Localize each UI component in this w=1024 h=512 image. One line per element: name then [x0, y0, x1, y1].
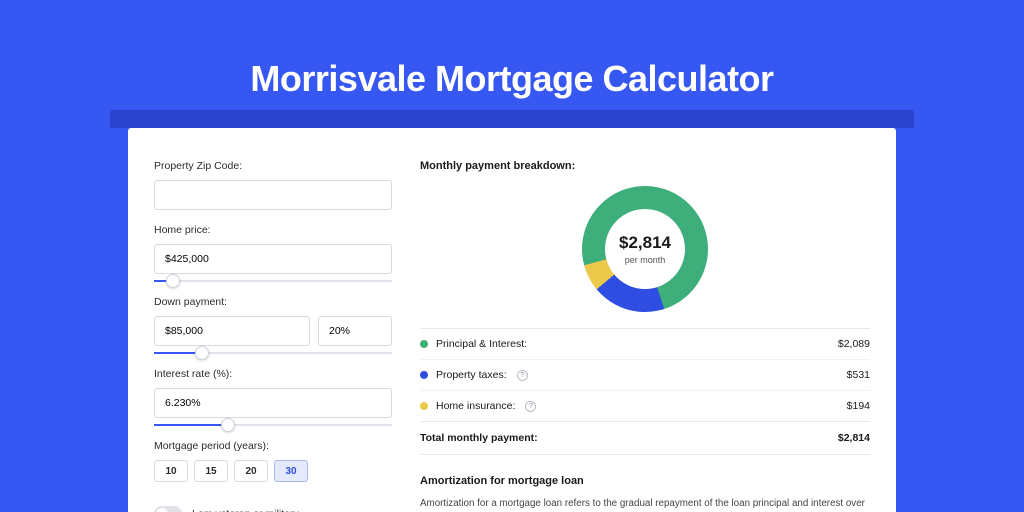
zip-label: Property Zip Code: — [154, 160, 392, 172]
down-payment-label: Down payment: — [154, 296, 392, 308]
breakdown-total-row: Total monthly payment: $2,814 — [420, 421, 870, 455]
period-option-15[interactable]: 15 — [194, 460, 228, 482]
amortization-body: Amortization for a mortgage loan refers … — [420, 497, 870, 512]
donut-amount: $2,814 — [619, 233, 671, 253]
calculator-card: Property Zip Code: Home price: Down paym… — [128, 128, 896, 512]
down-payment-percent-input[interactable] — [318, 316, 392, 346]
breakdown-row: Principal & Interest: $2,089 — [420, 328, 870, 359]
interest-rate-slider[interactable] — [154, 424, 392, 426]
period-option-30[interactable]: 30 — [274, 460, 308, 482]
info-icon[interactable]: ? — [525, 401, 536, 412]
donut-center: $2,814 per month — [605, 209, 685, 289]
info-icon[interactable]: ? — [517, 370, 528, 381]
breakdown-title: Monthly payment breakdown: — [420, 160, 870, 172]
home-price-slider[interactable] — [154, 280, 392, 282]
donut-sublabel: per month — [625, 255, 666, 265]
breakdown-row: Home insurance:? $194 — [420, 390, 870, 421]
veteran-toggle[interactable] — [154, 506, 182, 512]
home-price-input[interactable] — [154, 244, 392, 274]
veteran-label: I am veteran or military — [192, 508, 299, 512]
zip-input[interactable] — [154, 180, 392, 210]
period-option-20[interactable]: 20 — [234, 460, 268, 482]
breakdown-row-label: Home insurance: — [436, 400, 515, 412]
breakdown-row-value: $531 — [847, 369, 870, 381]
breakdown-row-value: $2,089 — [838, 338, 870, 350]
breakdown-row-label: Property taxes: — [436, 369, 507, 381]
payment-donut-chart: $2,814 per month — [582, 186, 708, 312]
down-payment-amount-input[interactable] — [154, 316, 310, 346]
breakdown-panel: Monthly payment breakdown: $2,814 per mo… — [420, 150, 870, 512]
page-title: Morrisvale Mortgage Calculator — [0, 0, 1024, 100]
mortgage-period-label: Mortgage period (years): — [154, 440, 392, 452]
interest-rate-slider-thumb[interactable] — [221, 418, 235, 432]
interest-rate-label: Interest rate (%): — [154, 368, 392, 380]
amortization-title: Amortization for mortgage loan — [420, 475, 870, 487]
home-price-slider-thumb[interactable] — [166, 274, 180, 288]
form-panel: Property Zip Code: Home price: Down paym… — [154, 150, 392, 512]
breakdown-row-label: Principal & Interest: — [436, 338, 527, 350]
legend-dot — [420, 402, 428, 410]
legend-dot — [420, 340, 428, 348]
page: Morrisvale Mortgage Calculator Property … — [0, 0, 1024, 512]
down-payment-slider-thumb[interactable] — [195, 346, 209, 360]
breakdown-total-label: Total monthly payment: — [420, 432, 538, 444]
breakdown-rows: Principal & Interest: $2,089 Property taxe… — [420, 328, 870, 421]
period-option-10[interactable]: 10 — [154, 460, 188, 482]
down-payment-slider[interactable] — [154, 352, 392, 354]
breakdown-total-value: $2,814 — [838, 432, 870, 444]
home-price-label: Home price: — [154, 224, 392, 236]
breakdown-row-value: $194 — [847, 400, 870, 412]
interest-rate-input[interactable] — [154, 388, 392, 418]
card-top-band — [110, 110, 914, 128]
breakdown-row: Property taxes:? $531 — [420, 359, 870, 390]
mortgage-period-group: 10 15 20 30 — [154, 460, 392, 482]
legend-dot — [420, 371, 428, 379]
